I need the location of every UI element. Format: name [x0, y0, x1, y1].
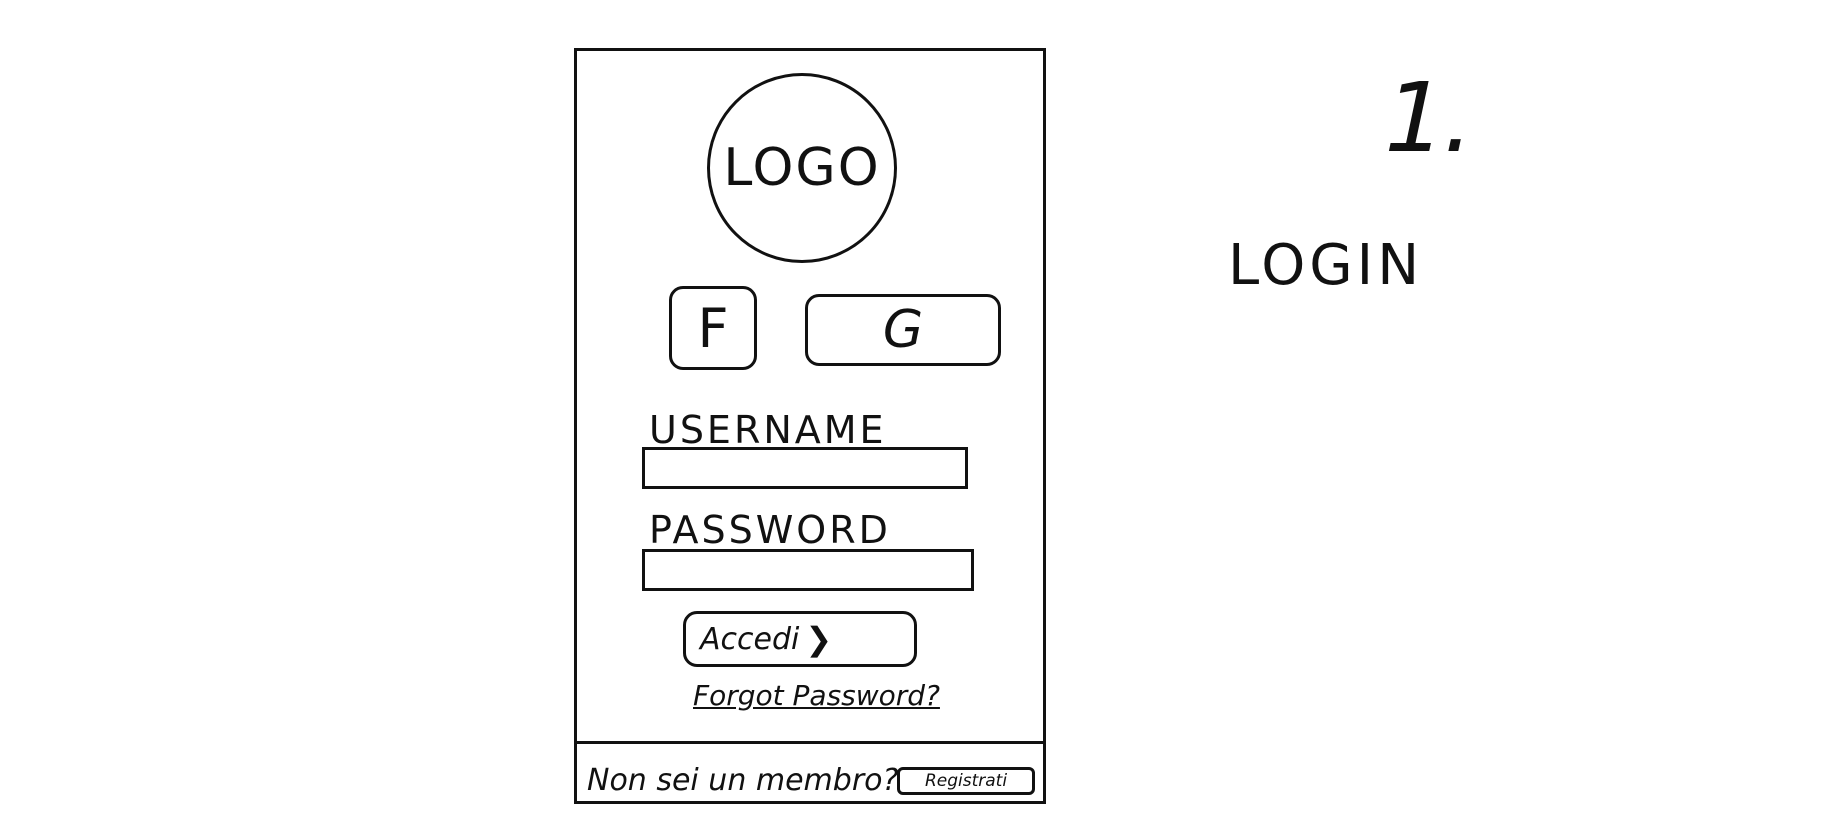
username-label: USERNAME — [649, 408, 887, 452]
facebook-icon: F — [697, 296, 729, 360]
login-button-label: Accedi — [700, 621, 800, 657]
signup-prompt: Non sei un membro? — [587, 763, 899, 798]
google-icon: G — [882, 300, 924, 360]
screen-title: LOGIN — [1228, 233, 1424, 298]
google-login-button[interactable]: G — [805, 294, 1001, 366]
logo: LOGO — [707, 73, 897, 263]
forgot-password-link[interactable]: Forgot Password? — [693, 679, 940, 712]
password-field[interactable] — [642, 549, 974, 591]
register-button[interactable]: Registrati — [897, 767, 1035, 795]
password-label: PASSWORD — [649, 508, 891, 552]
phone-frame: LOGO F G USERNAME PASSWORD Accedi ❯ Forg… — [574, 48, 1046, 804]
login-button[interactable]: Accedi ❯ — [683, 611, 917, 667]
register-button-label: Registrati — [924, 771, 1008, 791]
logo-label: LOGO — [723, 138, 881, 198]
chevron-right-icon: ❯ — [805, 620, 833, 658]
screen-number: 1. — [1372, 62, 1488, 174]
username-field[interactable] — [642, 447, 968, 489]
footer-divider — [577, 741, 1043, 744]
facebook-login-button[interactable]: F — [669, 286, 757, 370]
